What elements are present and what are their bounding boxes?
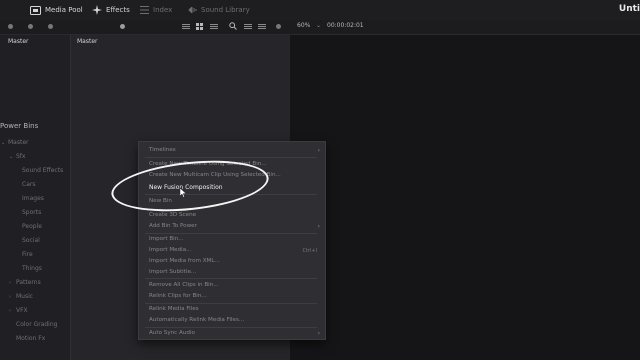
menu-separator [145,157,317,158]
filter-icon[interactable] [258,24,266,25]
menu-item[interactable]: Import Media... [149,247,191,253]
power-bin-item[interactable]: Sfx [16,153,25,160]
search-icon[interactable] [229,22,237,32]
grid-view-icon[interactable] [196,23,204,30]
viewer-timecode: 00:00:02:01 [327,22,364,29]
metadata-view-icon[interactable] [210,24,218,25]
power-bin-item[interactable]: Images [22,195,44,202]
bin-list-toggle-icon[interactable] [8,24,13,29]
menu-item[interactable]: Timelines [149,147,176,153]
bin-list-header: Master [8,38,29,45]
viewer-zoom-select[interactable]: 60% [297,22,310,29]
tab-media-pool[interactable]: Media Pool [30,0,83,20]
menu-separator [145,303,317,304]
power-bin-item[interactable]: Fire [22,251,33,258]
top-toolbar: Media Pool Effects Index Sound Library U… [0,0,640,21]
more-options-icon[interactable] [276,24,281,29]
tab-sound-library[interactable]: Sound Library [188,0,250,20]
menu-item[interactable]: Import Subtitle... [149,269,196,275]
sound-library-icon [188,6,197,14]
power-bin-item[interactable]: People [22,223,42,230]
index-icon [140,6,149,14]
power-bin-item[interactable]: Cars [22,181,35,188]
power-bin-item[interactable]: Sound Effects [22,167,63,174]
tree-caret-icon[interactable]: › [9,280,11,286]
menu-separator [145,233,317,234]
tab-index[interactable]: Index [140,0,172,20]
tab-sound-library-label: Sound Library [201,6,250,14]
list-view-icon[interactable] [182,24,190,25]
menu-item[interactable]: Remove All Clips in Bin... [149,282,219,288]
menu-separator [145,327,317,328]
tab-index-label: Index [153,6,173,14]
thumbnail-size-icon[interactable] [120,24,125,29]
menu-shortcut: Ctrl+I [302,248,317,254]
tab-effects[interactable]: Effects [92,0,130,20]
menu-item[interactable]: Import Bin... [149,236,184,242]
menu-item[interactable]: Automatically Relink Media Files... [149,317,244,323]
menu-item[interactable]: Auto Sync Audio [149,330,195,336]
menu-item[interactable]: Create 3D Scene [149,212,196,218]
submenu-arrow-icon: › [317,223,320,230]
metadata-toggle-icon[interactable] [28,24,33,29]
sort-icon[interactable] [244,24,252,25]
menu-item[interactable]: Relink Media Files [149,306,199,312]
power-bin-item[interactable]: Patterns [16,279,41,286]
media-pool-toolbar: 60% ⌄ 00:00:02:01 [0,20,640,35]
power-bin-item[interactable]: Music [16,293,33,300]
tree-caret-icon[interactable]: › [9,294,11,300]
power-bin-item[interactable]: Motion Fx [16,335,45,342]
zoom-dropdown-icon[interactable]: ⌄ [316,22,321,29]
project-title: Unti [618,4,640,14]
power-bin-item[interactable]: Master [8,139,29,146]
tab-effects-label: Effects [106,6,130,14]
menu-separator [145,278,317,279]
power-bin-item[interactable]: Color Grading [16,321,57,328]
effects-icon [92,5,102,15]
tab-media-pool-label: Media Pool [45,6,83,14]
source-viewer[interactable] [290,35,640,360]
tree-caret-icon[interactable]: ⌄ [9,154,13,160]
submenu-arrow-icon: › [317,330,320,337]
power-bin-item[interactable]: VFX [16,307,28,314]
menu-item[interactable]: Import Media from XML... [149,258,220,264]
tree-caret-icon[interactable]: ⌄ [1,140,5,146]
smart-bin-icon[interactable] [48,24,53,29]
power-bins-title: Power Bins [0,122,39,130]
media-pool-icon [30,5,41,15]
media-browser-header: Master [77,38,98,45]
mouse-cursor-icon [179,183,187,202]
power-bin-item[interactable]: Social [22,237,40,244]
menu-item[interactable]: Add Bin To Power [149,223,197,229]
power-bin-item[interactable]: Sports [22,209,41,216]
power-bin-item[interactable]: Things [22,265,42,272]
menu-item[interactable]: Relink Clips for Bin... [149,293,207,299]
submenu-arrow-icon: › [317,147,320,154]
tree-caret-icon[interactable]: › [9,308,11,314]
